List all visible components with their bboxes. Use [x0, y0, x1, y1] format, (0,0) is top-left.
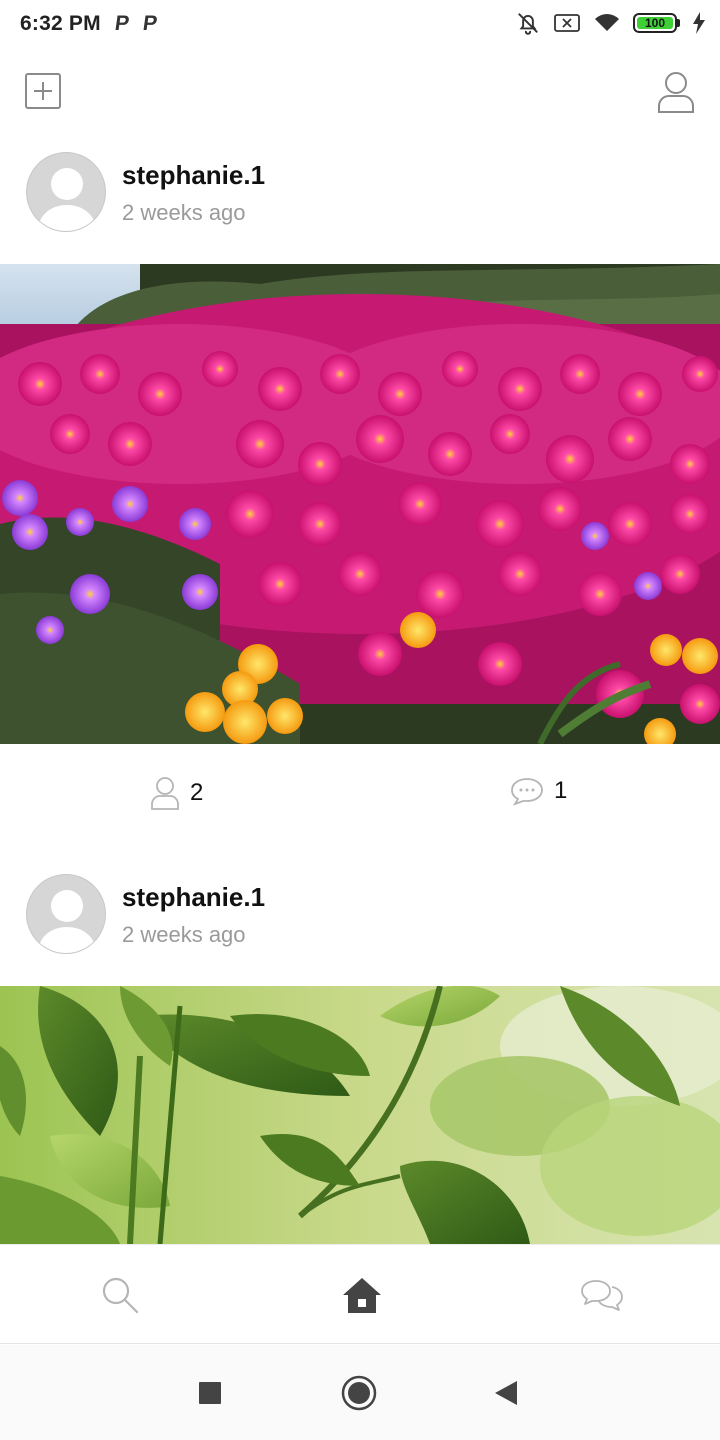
- add-post-button[interactable]: [24, 72, 62, 110]
- nav-search-button[interactable]: [96, 1271, 144, 1319]
- nav-chat-button[interactable]: [578, 1271, 626, 1319]
- profile-button[interactable]: [656, 70, 696, 114]
- recent-apps-button[interactable]: [190, 1373, 230, 1413]
- bell-off-icon: [518, 13, 538, 35]
- battery-level: 100: [637, 16, 673, 30]
- chat-icon: [581, 1280, 623, 1311]
- post-timestamp: 2 weeks ago: [122, 200, 246, 225]
- post-timestamp: 2 weeks ago: [122, 922, 246, 947]
- notification-p-icon: P: [141, 12, 159, 35]
- avatar[interactable]: [26, 874, 106, 954]
- sim-error-icon: [554, 14, 580, 32]
- post-header[interactable]: stephanie.1 2 weeks ago: [0, 852, 720, 962]
- battery-icon: 100: [633, 13, 680, 33]
- charging-icon: [693, 12, 705, 34]
- likes-button[interactable]: 2: [150, 776, 203, 810]
- plus-square-icon: [25, 73, 61, 109]
- bottom-nav: [0, 1244, 720, 1344]
- avatar[interactable]: [26, 152, 106, 232]
- post-username[interactable]: stephanie.1: [122, 882, 265, 913]
- app-top-bar: [0, 56, 720, 128]
- post-image-flowers[interactable]: [0, 264, 720, 744]
- home-icon: [343, 1278, 381, 1313]
- status-bar: 6:32 PM P P 100: [0, 0, 720, 48]
- post-image-leaves[interactable]: [0, 986, 720, 1244]
- comments-count: 1: [554, 777, 568, 804]
- home-system-button[interactable]: [339, 1373, 379, 1413]
- back-button[interactable]: [486, 1373, 526, 1413]
- post-username[interactable]: stephanie.1: [122, 160, 265, 191]
- nav-home-button[interactable]: [338, 1271, 386, 1319]
- status-time: 6:32 PM: [20, 12, 101, 35]
- comment-icon: [511, 778, 543, 806]
- user-icon: [151, 777, 179, 810]
- search-icon: [102, 1277, 139, 1314]
- likes-count: 2: [190, 779, 204, 806]
- user-icon: [658, 72, 694, 113]
- square-icon: [199, 1382, 221, 1404]
- post-stats: 2 1: [0, 746, 720, 842]
- notification-p-icon: P: [113, 12, 131, 35]
- status-indicators: 100: [515, 10, 706, 36]
- circle-home-icon: [341, 1375, 377, 1411]
- system-nav-bar: [0, 1345, 720, 1440]
- wifi-icon: [595, 14, 619, 31]
- comments-button[interactable]: 1: [510, 776, 567, 806]
- post-header[interactable]: stephanie.1 2 weeks ago: [0, 130, 720, 240]
- back-triangle-icon: [495, 1381, 517, 1405]
